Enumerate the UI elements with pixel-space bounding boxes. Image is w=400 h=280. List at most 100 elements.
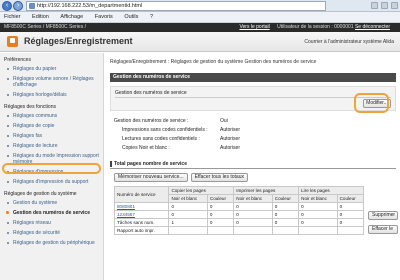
department-totals-table: Numéro de service Copier les pages Impri… [113,186,365,235]
menu-tools[interactable]: Outils [124,14,138,20]
table-cell [271,226,300,235]
sidebar-item-volume-display[interactable]: Réglages volume sonore / Réglages d'affi… [0,74,103,90]
register-department-button[interactable]: Mémoriser nouveau service... [114,173,188,182]
delete-button[interactable]: Supprimer [368,211,398,220]
printer-name: MF8500C Series / MF8500C Series / [4,24,86,30]
department-id-link[interactable]: 8080801 [113,202,170,211]
menu-view[interactable]: Affichage [60,14,83,20]
sidebar-item-system-management[interactable]: Gestion du système [0,198,103,208]
sidebar-item-paper[interactable]: Réglages du papier [0,64,103,74]
section-title: Gestion des numéros de service [110,73,396,82]
sidebar-item-clock-timer[interactable]: Réglages horloge/délais [0,90,103,100]
stop-icon[interactable] [381,2,388,9]
sidebar-item-scan[interactable]: Réglages de lecture [0,141,103,151]
table-cell [168,226,208,235]
sidebar-item-fax[interactable]: Réglages fax [0,131,103,141]
sidebar-item-security[interactable]: Réglages de sécurité [0,228,103,238]
sidebar-item-media-print[interactable]: Réglages d'impression du support [0,177,103,187]
column-subheader-bw: Noir et blanc [298,194,338,203]
page-title: Réglages/Enregistrement [24,36,133,46]
page-icon [29,3,35,9]
menu-help[interactable]: ? [150,14,153,20]
column-header-copy: Copier les pages [168,186,235,195]
table-cell: 0 [298,218,338,227]
table-cell: 0 [271,202,300,211]
table-cell: 0 [271,218,300,227]
table-row: Tâches sans num. 1 0 0 0 0 0 [113,218,365,227]
table-cell [336,226,365,235]
url-text: http://192.168.222.53/m_departmentid.htm… [37,3,143,9]
sidebar-item-device-management[interactable]: Réglages de gestion du périphérique [0,238,103,248]
sidebar-item-copy[interactable]: Réglages de copie [0,121,103,131]
sidebar-item-common[interactable]: Réglages communs [0,111,103,121]
main-content: Réglages/Enregistrement : Réglages de ge… [106,53,400,280]
modify-button-highlight-ring [354,93,389,113]
department-id-link[interactable]: 1234567 [113,210,170,219]
table-cell: 0 [206,218,235,227]
menu-file[interactable]: Fichier [4,14,21,20]
table-row: Rapport auto impr. [113,226,365,235]
browser-menu-bar: Fichier Edition Affichage Favoris Outils… [0,12,400,23]
table-cell: 0 [233,210,273,219]
table-cell: 0 [336,210,365,219]
address-bar[interactable]: http://192.168.222.53/m_departmentid.htm… [26,1,326,11]
table-cell: 0 [336,202,365,211]
totals-actions: Mémoriser nouveau service... Effacer tou… [114,173,248,182]
setting-value: Autoriser [220,145,241,151]
session-user: Utilisateur de la session : 0000001 [277,24,354,30]
column-subheader-color: Couleur [206,194,235,203]
home-icon[interactable] [7,36,18,47]
table-cell: 0 [336,218,365,227]
status-bar: MF8500C Series / MF8500C Series / Vers l… [0,23,400,32]
logout-link[interactable]: Se déconnecter [355,24,390,30]
setting-value: Autoriser [220,127,241,133]
column-subheader-color: Couleur [336,194,365,203]
clear-total-button[interactable]: Effacer le total [368,225,398,234]
sidebar-section-title: Réglages de gestion du système [4,191,77,197]
table-cell: 0 [168,202,208,211]
column-subheader-bw: Noir et blanc [233,194,273,203]
menu-edit[interactable]: Edition [32,14,49,20]
table-cell: 0 [206,210,235,219]
table-cell-label: Rapport auto impr. [113,226,170,235]
column-subheader-bw: Noir et blanc [168,194,208,203]
menu-favorites[interactable]: Favoris [95,14,113,20]
setting-value: Autoriser [220,136,241,142]
sidebar-section-title: Réglages des fonctions [4,104,56,110]
column-header-print: Imprimer les pages [233,186,300,195]
table-cell: 0 [233,202,273,211]
refresh-icon[interactable] [371,2,378,9]
sidebar-item-network[interactable]: Réglages réseau [0,218,103,228]
setting-label: Impressions sans codes confidentiels : [122,127,208,133]
back-icon[interactable]: ‹ [2,1,12,11]
table-cell-label: Tâches sans num. [113,218,170,227]
search-icon[interactable] [391,2,398,9]
sidebar-section-title: Préférences [4,57,31,63]
column-subheader-color: Couleur [271,194,300,203]
table-cell: 0 [168,210,208,219]
browser-tools [371,2,398,9]
app-header: Réglages/Enregistrement Courrier à l'adm… [0,32,400,52]
table-cell: 0 [271,210,300,219]
panel-title: Gestion des numéros de service [115,90,187,96]
table-cell: 0 [233,218,273,227]
table-row: 8080801 0 0 0 0 0 0 [113,202,365,211]
column-header-scan: Lire les pages [298,186,364,195]
active-item-highlight-ring [2,163,101,174]
table-cell: 1 [168,218,208,227]
table-cell: 0 [298,202,338,211]
portal-link[interactable]: Vers le portail [239,24,269,30]
sidebar-item-department-id[interactable]: Gestion des numéros de service [0,208,103,218]
clear-all-totals-button[interactable]: Effacer tous les totaux [190,173,248,182]
setting-value: Oui [220,118,228,124]
totals-heading: Total pages nombre de service [110,159,396,169]
table-cell: 0 [206,202,235,211]
table-cell: 0 [298,210,338,219]
session-info: Vers le portail Utilisateur de la sessio… [239,23,396,32]
admin-mail-link[interactable]: Courrier à l'administrateur système Alid… [304,39,394,45]
table-cell [298,226,338,235]
setting-label: Lectures sans codes confidentiels : [122,136,200,142]
setting-label: Copies Noir et blanc : [122,145,170,151]
forward-icon[interactable]: › [13,1,23,11]
breadcrumb: Réglages/Enregistrement : Réglages de ge… [110,59,317,65]
